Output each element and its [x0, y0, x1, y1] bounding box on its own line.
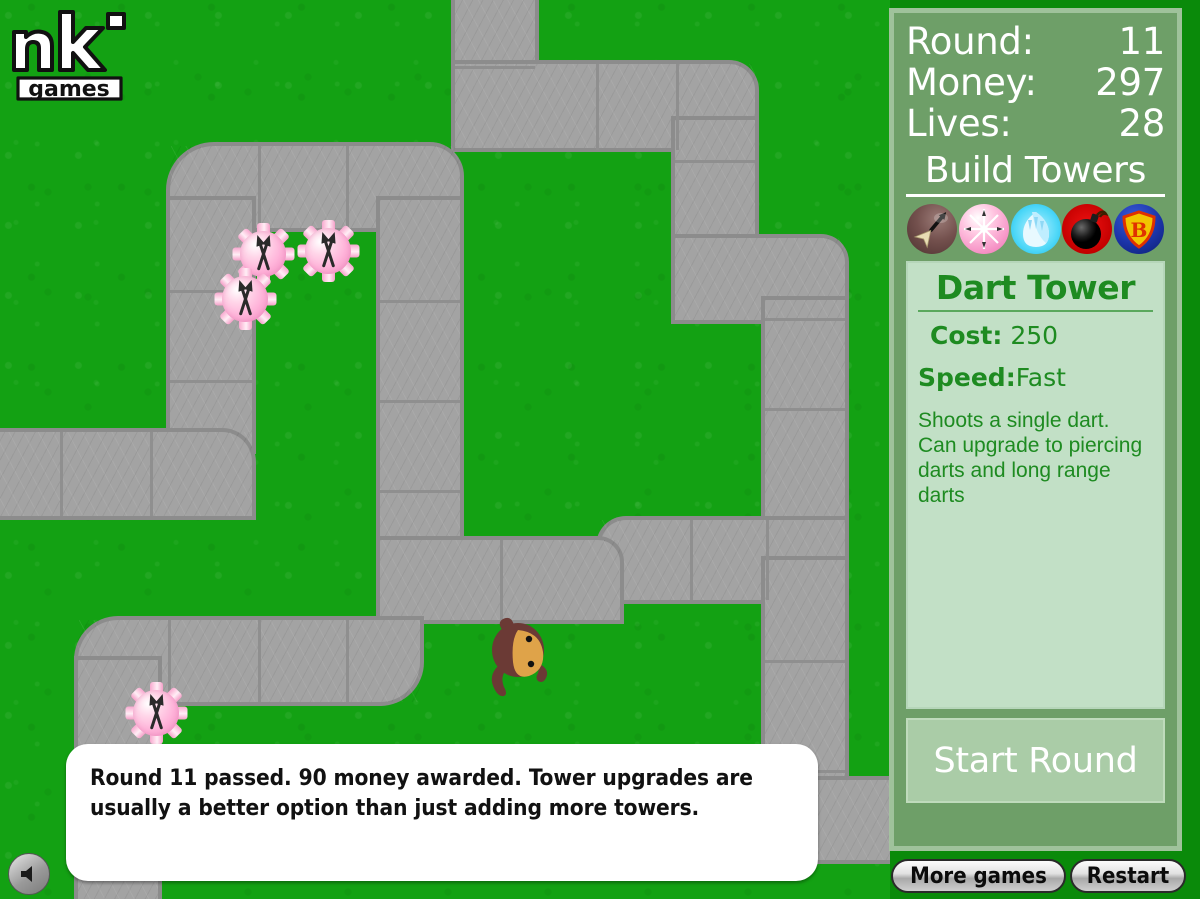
- path-joint: [346, 620, 349, 702]
- message-text: Round 11 passed. 90 money awarded. Tower…: [90, 765, 753, 821]
- tack-shooter-icon[interactable]: [958, 204, 1009, 254]
- crossed-darts-icon: [222, 276, 268, 322]
- path-joint: [170, 380, 252, 383]
- tower-info-panel: Dart Tower Cost: 250 Speed:Fast Shoots a…: [906, 261, 1165, 709]
- path-joint: [500, 540, 503, 620]
- path-segment: [765, 300, 845, 532]
- lives-value: 28: [1118, 102, 1166, 145]
- sidebar-panel: Round: 11 Money: 297 Lives: 28 Build Tow…: [889, 8, 1182, 851]
- speed-label: Speed:: [918, 363, 1016, 392]
- dart-tower-icon[interactable]: [907, 204, 957, 254]
- path-joint: [258, 146, 261, 228]
- path-joint: [258, 620, 261, 702]
- build-towers-heading: Build Towers: [906, 149, 1165, 197]
- speed-value: Fast: [1015, 363, 1066, 392]
- monkey-decoration: [482, 612, 562, 698]
- path-segment: [455, 0, 535, 68]
- path-joint: [455, 66, 535, 69]
- bomb-tower-icon[interactable]: [1062, 204, 1113, 254]
- path-segment: [675, 120, 755, 250]
- speaker-icon[interactable]: [8, 853, 50, 895]
- path-segment: [0, 432, 252, 516]
- logo-subtext: games: [28, 77, 110, 102]
- svg-text:B: B: [1131, 218, 1148, 242]
- placed-tower-tack-shooter[interactable]: [296, 219, 360, 283]
- path-joint: [380, 300, 460, 303]
- path-joint: [150, 432, 153, 516]
- placed-tower-tack-shooter[interactable]: [124, 681, 188, 745]
- round-value: 11: [1118, 20, 1166, 63]
- lives-label: Lives:: [906, 102, 1012, 145]
- path-joint: [380, 490, 460, 493]
- nk-games-logo: games: [8, 6, 130, 102]
- path-joint: [60, 432, 63, 516]
- path-joint: [765, 408, 845, 411]
- cost-value: 250: [1010, 321, 1059, 350]
- path-joint: [765, 318, 845, 321]
- stat-round: Round: 11: [906, 21, 1165, 62]
- cost-label: Cost:: [930, 321, 1003, 350]
- path-joint: [380, 400, 460, 403]
- crossed-darts-icon: [133, 690, 179, 736]
- path-joint: [596, 64, 599, 150]
- path-joint: [676, 64, 679, 150]
- tower-description: Shoots a single dart. Can upgrade to pie…: [918, 409, 1143, 507]
- game-map[interactable]: games Round 11 passed. 90 money awarded.…: [0, 0, 890, 899]
- start-round-button[interactable]: Start Round: [906, 718, 1165, 803]
- money-value: 297: [1095, 61, 1165, 104]
- tower-name: Dart Tower: [918, 269, 1153, 312]
- more-games-button[interactable]: More games: [891, 859, 1066, 893]
- money-label: Money:: [906, 61, 1037, 104]
- path-joint: [690, 520, 693, 600]
- stat-money: Money: 297: [906, 62, 1165, 103]
- path-joint: [346, 146, 349, 228]
- ice-tower-icon[interactable]: [1010, 204, 1061, 254]
- stat-lives: Lives: 28: [906, 103, 1165, 144]
- path-joint: [675, 160, 755, 163]
- tower-cost-row: Cost: 250: [918, 318, 1153, 354]
- round-label: Round:: [906, 20, 1034, 63]
- message-box: Round 11 passed. 90 money awarded. Tower…: [66, 744, 818, 881]
- tower-build-bar: B: [906, 204, 1165, 254]
- placed-tower-tack-shooter[interactable]: [213, 267, 277, 331]
- path-joint: [766, 520, 769, 600]
- restart-button[interactable]: Restart: [1070, 859, 1186, 893]
- crossed-darts-icon: [305, 228, 351, 274]
- tower-speed-row: Speed:Fast: [918, 360, 1153, 396]
- super-monkey-icon[interactable]: B: [1114, 204, 1164, 254]
- path-joint: [765, 660, 845, 663]
